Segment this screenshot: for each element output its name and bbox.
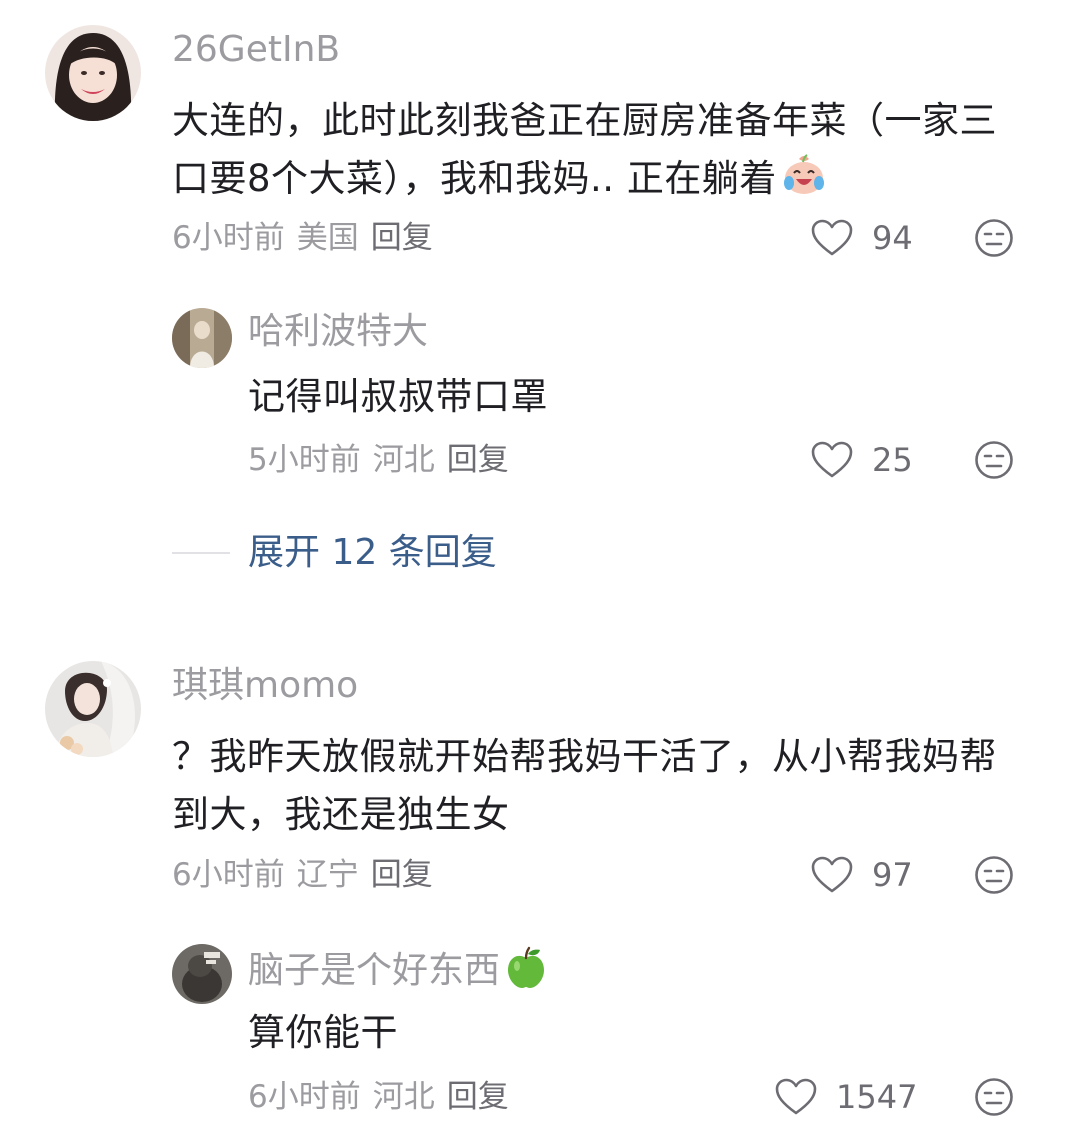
reply-username[interactable]: 哈利波特大 <box>248 310 428 354</box>
reply-location: 河北 <box>372 442 435 478</box>
comment-location: 辽宁 <box>296 857 359 893</box>
like-button[interactable]: 97 <box>810 853 913 897</box>
reply-meta: 6小时前 河北 回复 <box>248 1077 521 1117</box>
laughing-crying-emoji-icon <box>781 151 827 197</box>
like-count: 1547 <box>836 1078 918 1116</box>
reply-button[interactable]: 回复 <box>371 857 433 893</box>
comment-location: 美国 <box>296 220 359 256</box>
reply-button[interactable]: 回复 <box>371 220 433 256</box>
heart-outline-icon[interactable] <box>810 218 854 258</box>
avatar[interactable] <box>45 661 141 757</box>
unamused-face-icon[interactable] <box>974 855 1014 895</box>
reply-avatar[interactable] <box>172 944 232 1004</box>
divider <box>172 552 230 554</box>
avatar[interactable] <box>45 25 141 121</box>
username[interactable]: 琪琪momo <box>172 664 358 708</box>
reply-text: 记得叫叔叔带口罩 <box>248 375 548 418</box>
like-button[interactable]: 94 <box>810 216 913 260</box>
comment-text: 大连的，此时此刻我爸正在厨房准备年菜（一家三口要8个大菜），我和我妈.. 正在躺… <box>172 99 997 200</box>
reply-location: 河北 <box>372 1079 435 1115</box>
like-count: 94 <box>872 219 913 257</box>
reply-button[interactable]: 回复 <box>447 442 509 478</box>
comment-time: 6小时前 <box>172 220 285 256</box>
reply-time: 5小时前 <box>248 442 361 478</box>
expand-replies-button[interactable]: 展开 12 条回复 <box>172 530 497 576</box>
heart-outline-icon[interactable] <box>810 440 854 480</box>
comment-meta: 6小时前 辽宁 回复 <box>172 855 445 895</box>
reply-text: 算你能干 <box>248 1011 398 1054</box>
unamused-face-icon[interactable] <box>974 218 1014 258</box>
heart-outline-icon[interactable] <box>810 855 854 895</box>
reply-time: 6小时前 <box>248 1079 361 1115</box>
like-button[interactable]: 25 <box>810 438 913 482</box>
unamused-face-icon[interactable] <box>974 440 1014 480</box>
comment-time: 6小时前 <box>172 857 285 893</box>
username[interactable]: 26GetInB <box>172 28 340 72</box>
reply-username[interactable]: 脑子是个好东西 <box>248 946 548 993</box>
like-count: 97 <box>872 856 913 894</box>
expand-replies-label[interactable]: 展开 12 条回复 <box>248 530 497 576</box>
unamused-face-icon[interactable] <box>974 1077 1014 1117</box>
reply-avatar[interactable] <box>172 308 232 368</box>
comment-meta: 6小时前 美国 回复 <box>172 218 445 258</box>
comment-text: ？我昨天放假就开始帮我妈干活了，从小帮我妈帮到大，我还是独生女 <box>172 735 997 836</box>
reply-button[interactable]: 回复 <box>447 1079 509 1115</box>
heart-outline-icon[interactable] <box>774 1077 818 1117</box>
reply-meta: 5小时前 河北 回复 <box>248 440 521 480</box>
like-button[interactable]: 1547 <box>774 1075 917 1119</box>
like-count: 25 <box>872 441 913 479</box>
green-apple-icon <box>504 946 548 990</box>
